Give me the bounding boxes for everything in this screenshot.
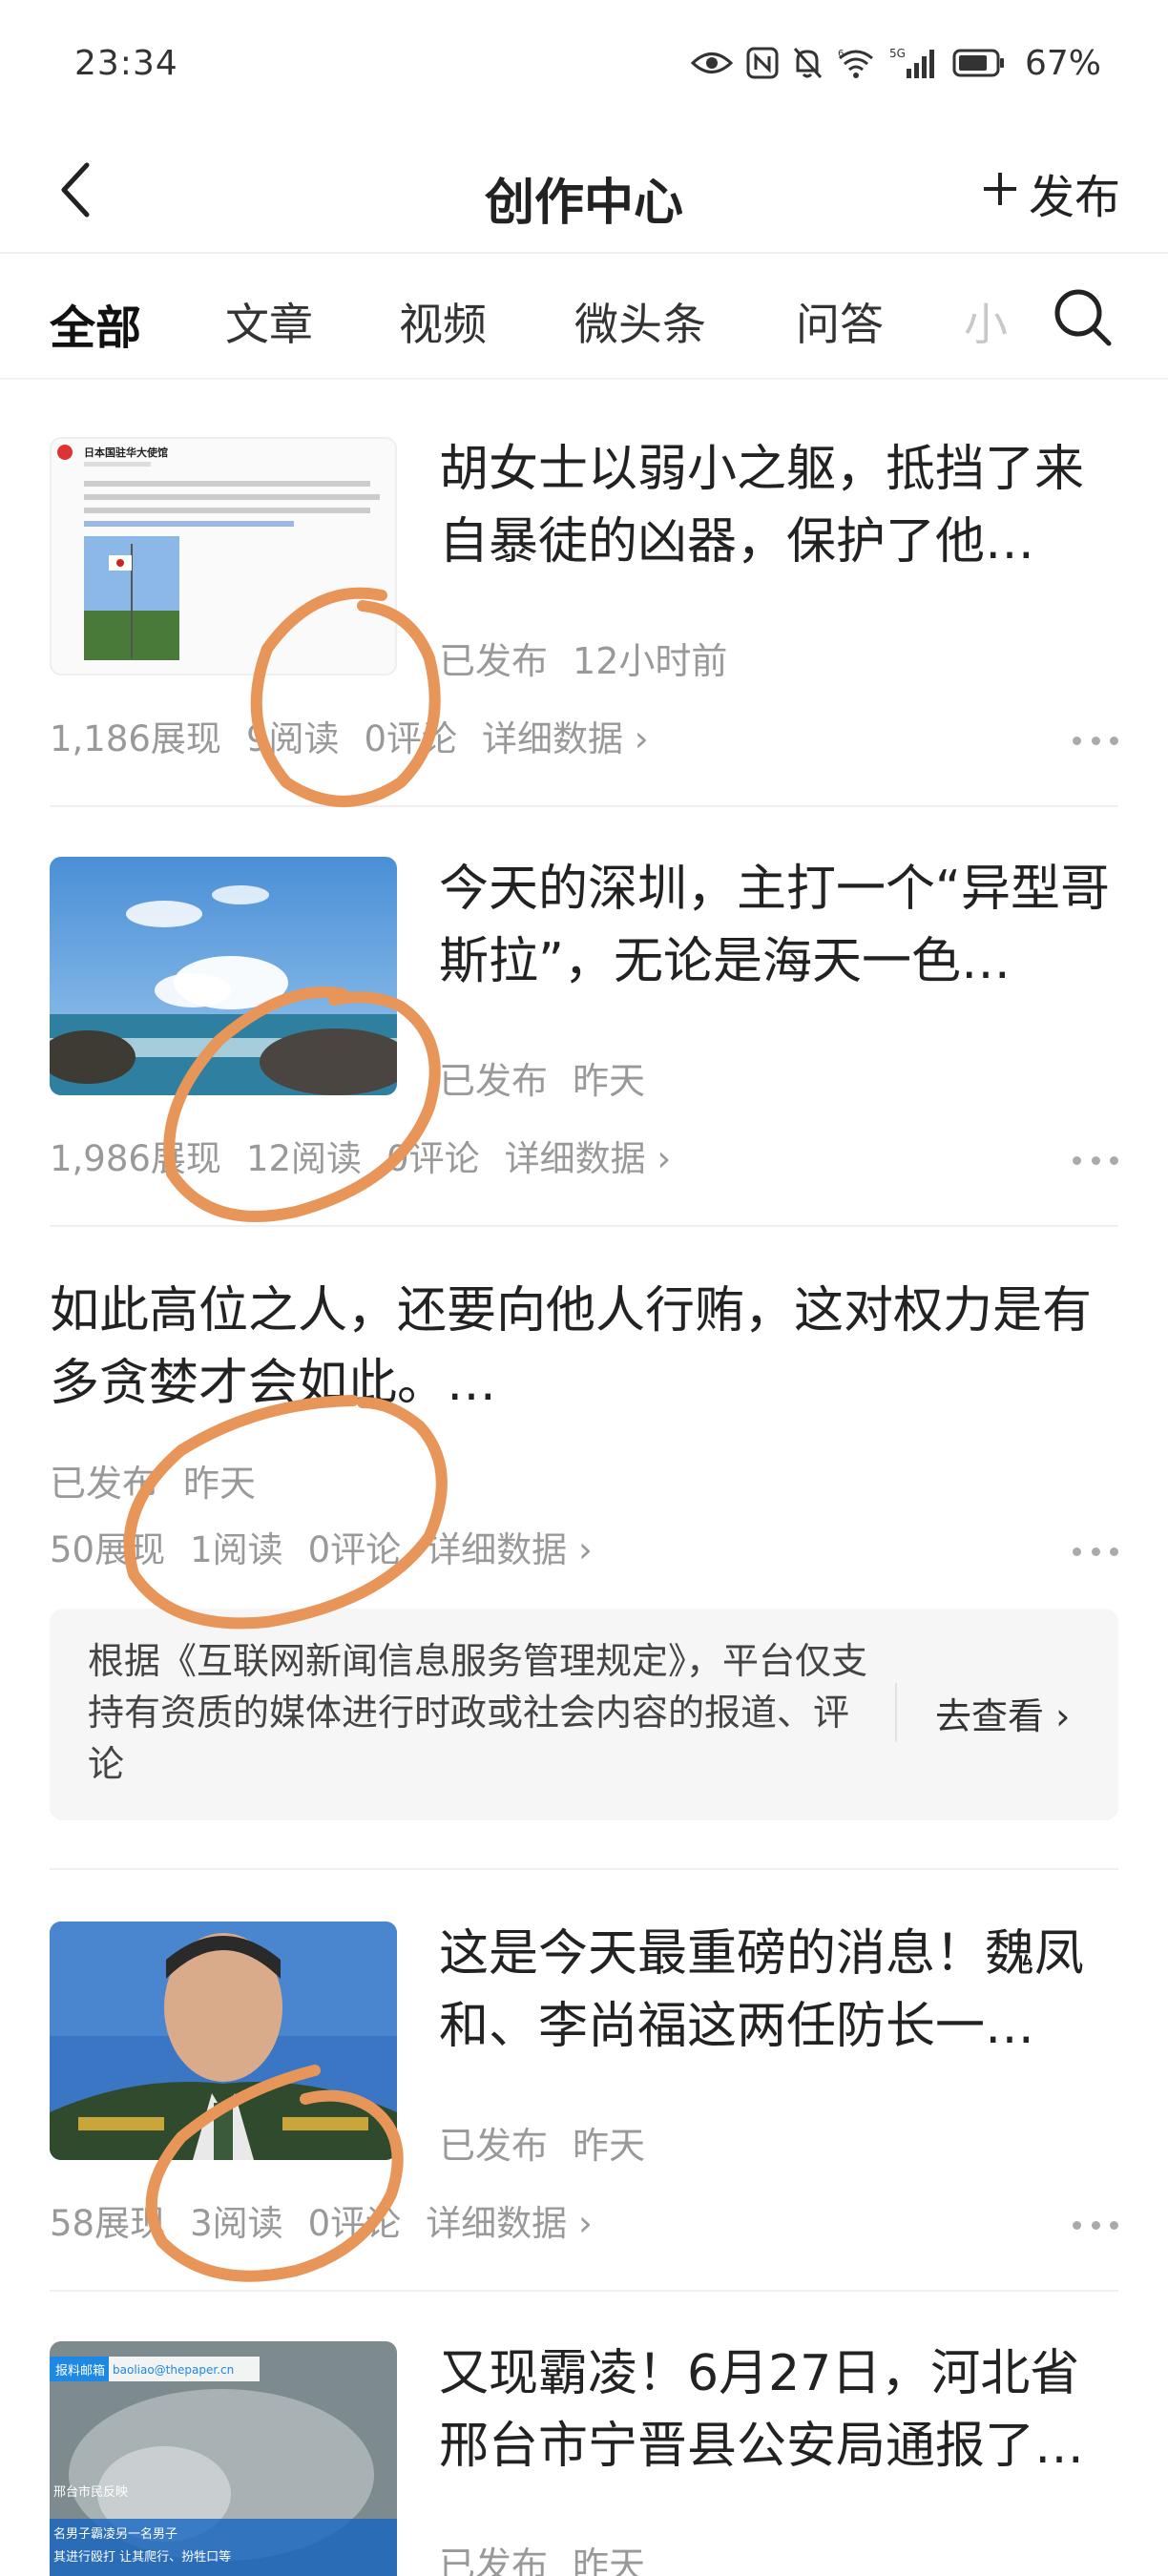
tab-videos[interactable]: 视频 bbox=[399, 290, 487, 353]
header: 创作中心 发布 bbox=[0, 134, 1168, 254]
tab-all[interactable]: 全部 bbox=[50, 290, 141, 357]
svg-text:5G: 5G bbox=[889, 47, 906, 60]
reads-count: 9阅读 bbox=[245, 718, 340, 759]
mute-icon bbox=[792, 46, 823, 80]
details-link[interactable]: 详细数据 › bbox=[505, 1138, 672, 1179]
thumb-report-email: baoliao@thepaper.cn bbox=[113, 2363, 234, 2377]
publish-status: 已发布 bbox=[439, 2545, 549, 2576]
publish-meta: 已发布 昨天 bbox=[439, 2116, 670, 2169]
search-icon bbox=[1050, 289, 1116, 355]
battery-percent: 67% bbox=[1024, 43, 1101, 83]
thumb-caption-2: 名男子霸凌另一名男子 bbox=[53, 2526, 177, 2542]
publish-time: 昨天 bbox=[573, 1060, 646, 1102]
thumb-caption-1: 邢台市民反映 bbox=[53, 2484, 128, 2500]
reads-count: 3阅读 bbox=[190, 2203, 283, 2244]
policy-notice: 根据《互联网新闻信息服务管理规定》，平台仅支持有资质的媒体进行时政或社会内容的报… bbox=[50, 1609, 1118, 1820]
notice-separator bbox=[895, 1683, 897, 1742]
publish-meta: 已发布 昨天 bbox=[439, 2536, 670, 2576]
reads-count: 12阅读 bbox=[245, 1138, 363, 1179]
details-link[interactable]: 详细数据 › bbox=[426, 2203, 593, 2244]
comments-count: 0评论 bbox=[307, 1529, 402, 1570]
article-stats: 58展现 3阅读 0评论 详细数据 › bbox=[50, 2194, 617, 2246]
status-time: 23:34 bbox=[74, 44, 178, 83]
publish-meta: 已发布 昨天 bbox=[439, 1051, 670, 1104]
comments-count: 0评论 bbox=[364, 718, 458, 759]
article-headline[interactable]: 今天的深圳，主打一个“异型哥斯拉”，无论是海天一色… bbox=[439, 853, 1116, 998]
publish-label: 发布 bbox=[1028, 171, 1120, 224]
impressions-count: 58展现 bbox=[50, 2203, 166, 2244]
article-stats: 50展现 1阅读 0评论 详细数据 › bbox=[50, 1521, 617, 1572]
publish-status: 已发布 bbox=[439, 2125, 549, 2167]
nfc-icon bbox=[746, 47, 779, 79]
publish-status: 已发布 bbox=[439, 1060, 549, 1102]
reads-count: 1阅读 bbox=[190, 1529, 283, 1570]
battery-icon bbox=[952, 49, 1006, 77]
publish-status: 已发布 bbox=[50, 1463, 159, 1505]
annotation-circle bbox=[123, 1395, 448, 1630]
article-stats: 1,186展现 9阅读 0评论 详细数据 › bbox=[50, 710, 674, 761]
thumb-account-name: 日本国驻华大使馆 bbox=[84, 446, 168, 459]
more-options-button[interactable] bbox=[1073, 1151, 1118, 1170]
article-headline[interactable]: 这是今天最重磅的消息！魏凤和、李尚福这两任防长一… bbox=[439, 1918, 1116, 2063]
more-options-button[interactable] bbox=[1073, 731, 1118, 750]
wifi-6-icon: 6 bbox=[836, 47, 876, 79]
publish-time: 昨天 bbox=[573, 2125, 646, 2167]
article-thumbnail: 报料邮箱 baoliao@thepaper.cn 邢台市民反映 名男子霸凌另一名… bbox=[50, 2341, 397, 2576]
svg-text:6: 6 bbox=[838, 49, 844, 59]
article-thumbnail: 日本国驻华大使馆 bbox=[50, 437, 397, 675]
view-policy-link[interactable]: 去查看 › bbox=[935, 1687, 1070, 1739]
divider bbox=[50, 2290, 1118, 2292]
more-options-button[interactable] bbox=[1073, 2215, 1118, 2234]
more-options-button[interactable] bbox=[1073, 1542, 1118, 1561]
article-thumbnail bbox=[50, 857, 397, 1095]
signal-5g-icon: 5G bbox=[889, 46, 939, 80]
tab-micro-posts[interactable]: 微头条 bbox=[574, 290, 706, 353]
divider bbox=[50, 805, 1118, 807]
thumb-report-badge: 报料邮箱 bbox=[55, 2363, 105, 2379]
publish-time: 昨天 bbox=[183, 1463, 257, 1505]
eye-icon bbox=[690, 49, 733, 77]
tab-overflow[interactable]: 小 bbox=[964, 290, 1012, 353]
publish-time: 昨天 bbox=[573, 2545, 646, 2576]
publish-status: 已发布 bbox=[439, 640, 549, 682]
article-headline[interactable]: 如此高位之人，还要向他人行贿，这对权力是有多贪婪才会如此。… bbox=[50, 1275, 1118, 1420]
publish-time: 12小时前 bbox=[573, 640, 728, 682]
details-link[interactable]: 详细数据 › bbox=[426, 1529, 593, 1570]
divider bbox=[50, 1225, 1118, 1227]
content-tabs: 全部 文章 视频 微头条 问答 小 bbox=[0, 256, 1168, 380]
search-button[interactable] bbox=[1050, 284, 1116, 351]
comments-count: 0评论 bbox=[386, 1138, 480, 1179]
comments-count: 0评论 bbox=[307, 2203, 402, 2244]
status-icons: 6 5G 67% bbox=[690, 40, 1101, 86]
publish-meta: 已发布 昨天 bbox=[50, 1454, 281, 1506]
article-stats: 1,986展现 12阅读 0评论 详细数据 › bbox=[50, 1130, 696, 1181]
details-link[interactable]: 详细数据 › bbox=[482, 718, 649, 759]
article-headline[interactable]: 又现霸凌！6月27日，河北省邢台市宁晋县公安局通报了… bbox=[439, 2337, 1116, 2483]
article-headline[interactable]: 胡女士以弱小之躯，抵挡了来自暴徒的凶器，保护了他… bbox=[439, 433, 1116, 578]
impressions-count: 50展现 bbox=[50, 1529, 166, 1570]
publish-meta: 已发布 12小时前 bbox=[439, 632, 752, 684]
tab-articles[interactable]: 文章 bbox=[225, 290, 313, 353]
divider bbox=[50, 1868, 1118, 1870]
impressions-count: 1,986展现 bbox=[50, 1138, 221, 1179]
plus-icon bbox=[981, 166, 1019, 219]
thumb-caption-3: 其进行殴打 让其爬行、扮牲口等 bbox=[53, 2549, 231, 2565]
impressions-count: 1,186展现 bbox=[50, 718, 221, 759]
status-bar: 23:34 6 5G 67% bbox=[0, 0, 1168, 134]
publish-button[interactable]: 发布 bbox=[981, 162, 1120, 224]
tab-qa[interactable]: 问答 bbox=[796, 290, 884, 353]
article-thumbnail bbox=[50, 1922, 397, 2160]
policy-notice-text: 根据《互联网新闻信息服务管理规定》，平台仅支持有资质的媒体进行时政或社会内容的报… bbox=[88, 1640, 868, 1785]
